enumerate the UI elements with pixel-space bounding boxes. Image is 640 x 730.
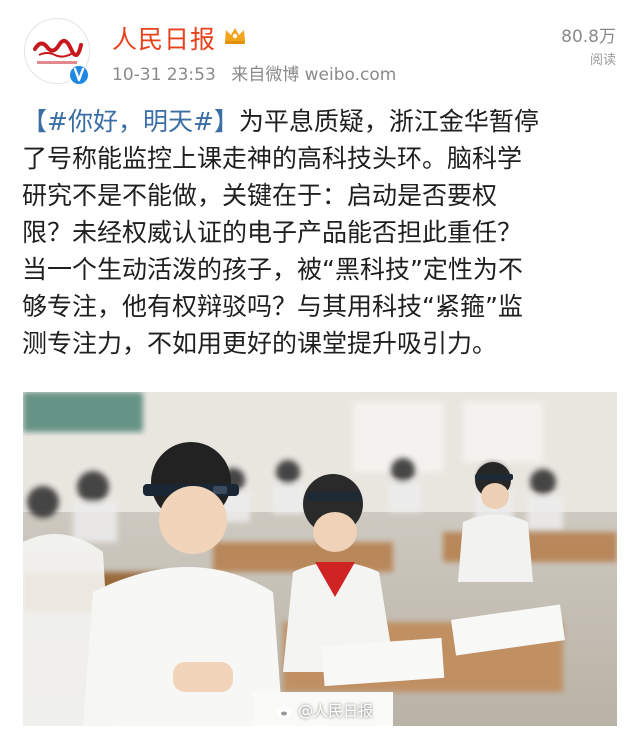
read-count-value: 80.8万 xyxy=(561,27,616,47)
post-text: 研究不是不能做，关键在于：启动是否要权 xyxy=(22,181,498,210)
post-text: 为平息质疑，浙江金华暂停 xyxy=(238,107,539,136)
post-text: 够专注，他有权辩驳吗？与其用科技“紧箍”监 xyxy=(22,292,523,321)
post-line: 研究不是不能做，关键在于：启动是否要权 xyxy=(22,177,622,214)
post-body: 【#你好，明天#】为平息质疑，浙江金华暂停 了号称能监控上课走神的高科技头环。脑… xyxy=(22,103,622,362)
post-line: 当一个生动活泼的孩子，被“黑科技”定性为不 xyxy=(22,251,622,288)
post-header: 人民日报 10-31 23:53 来自微博 weibo.com 80.8万 阅读 xyxy=(0,0,640,95)
classroom-photo xyxy=(23,392,617,726)
watermark-text: @人民日报 xyxy=(298,702,374,720)
read-count-label: 阅读 xyxy=(589,53,616,68)
post-text: 当一个生动活泼的孩子，被“黑科技”定性为不 xyxy=(22,255,523,284)
post-text: 测专注力，不如用更好的课堂提升吸引力。 xyxy=(22,329,498,358)
vip-crown-icon xyxy=(223,25,247,45)
image-watermark: @人民日报 xyxy=(276,700,373,721)
read-count: 80.8万 阅读 xyxy=(561,22,616,68)
post-line: 限？未经权威认证的电子产品能否担此重任？ xyxy=(22,214,622,251)
post-line: 【#你好，明天#】为平息质疑，浙江金华暂停 xyxy=(22,103,622,140)
post-image[interactable] xyxy=(23,392,617,726)
post-line: 测专注力，不如用更好的课堂提升吸引力。 xyxy=(22,325,622,362)
post-line: 了号称能监控上课走神的高科技头环。脑科学 xyxy=(22,140,622,177)
topic-hashtag[interactable]: 【#你好，明天#】 xyxy=(22,107,239,136)
post-timestamp: 10-31 23:53 xyxy=(112,65,216,85)
verified-badge-icon xyxy=(68,64,90,86)
post-text: 了号称能监控上课走神的高科技头环。脑科学 xyxy=(22,144,523,173)
post-meta: 10-31 23:53 来自微博 weibo.com xyxy=(112,60,406,85)
post-source[interactable]: 来自微博 weibo.com xyxy=(231,65,396,85)
username[interactable]: 人民日报 xyxy=(112,20,216,56)
post-text: 限？未经权威认证的电子产品能否担此重任？ xyxy=(22,218,523,247)
post-line: 够专注，他有权辩驳吗？与其用科技“紧箍”监 xyxy=(22,288,622,325)
weibo-logo-icon xyxy=(277,705,293,718)
